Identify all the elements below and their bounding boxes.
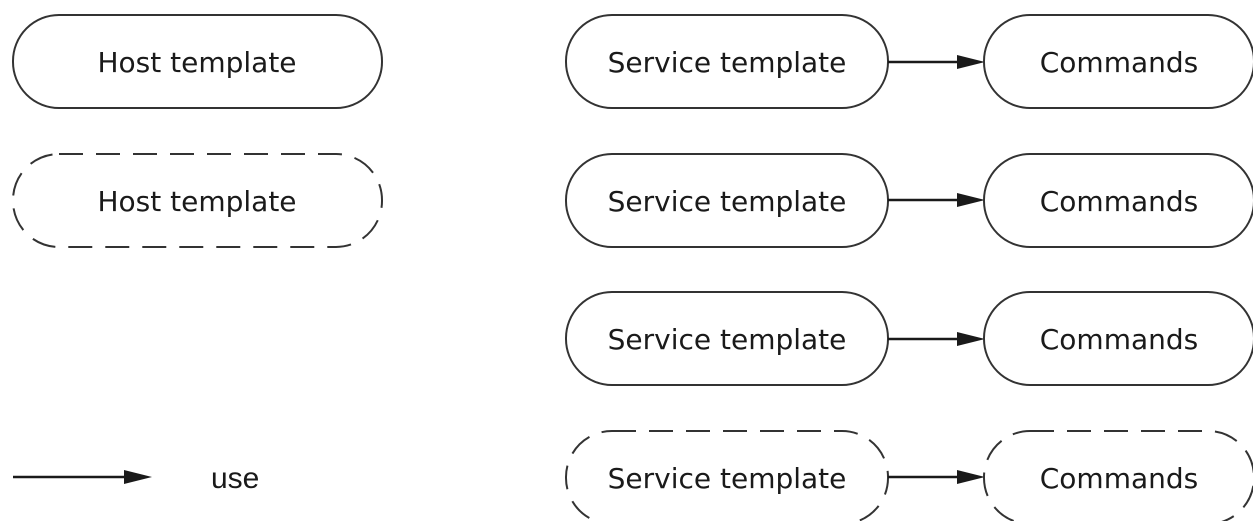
service-row-dashed: Service template Commands: [565, 430, 1253, 521]
service-template-label: Service template: [608, 46, 847, 79]
host-template-label: Host template: [97, 185, 296, 218]
host-template-node: Host template: [12, 14, 383, 109]
use-arrow-head: [957, 470, 985, 484]
service-template-label: Service template: [608, 462, 847, 495]
use-arrow-head: [957, 55, 985, 69]
legend-label: use: [211, 462, 259, 495]
use-arrow-head: [957, 332, 985, 346]
template-diagram: Host template Host template Service temp…: [12, 14, 1253, 521]
service-row: Service template Commands: [565, 153, 1253, 248]
commands-label: Commands: [1040, 46, 1199, 79]
commands-label: Commands: [1040, 185, 1199, 218]
service-row: Service template Commands: [565, 14, 1253, 109]
host-template-label: Host template: [97, 46, 296, 79]
service-template-label: Service template: [608, 185, 847, 218]
service-row: Service template Commands: [565, 291, 1253, 386]
commands-label: Commands: [1040, 462, 1199, 495]
legend: use: [13, 462, 259, 495]
host-template-node-dashed: Host template: [12, 153, 383, 248]
commands-label: Commands: [1040, 323, 1199, 356]
use-arrow-head: [957, 193, 985, 207]
legend-arrow-head: [124, 470, 152, 484]
service-template-label: Service template: [608, 323, 847, 356]
